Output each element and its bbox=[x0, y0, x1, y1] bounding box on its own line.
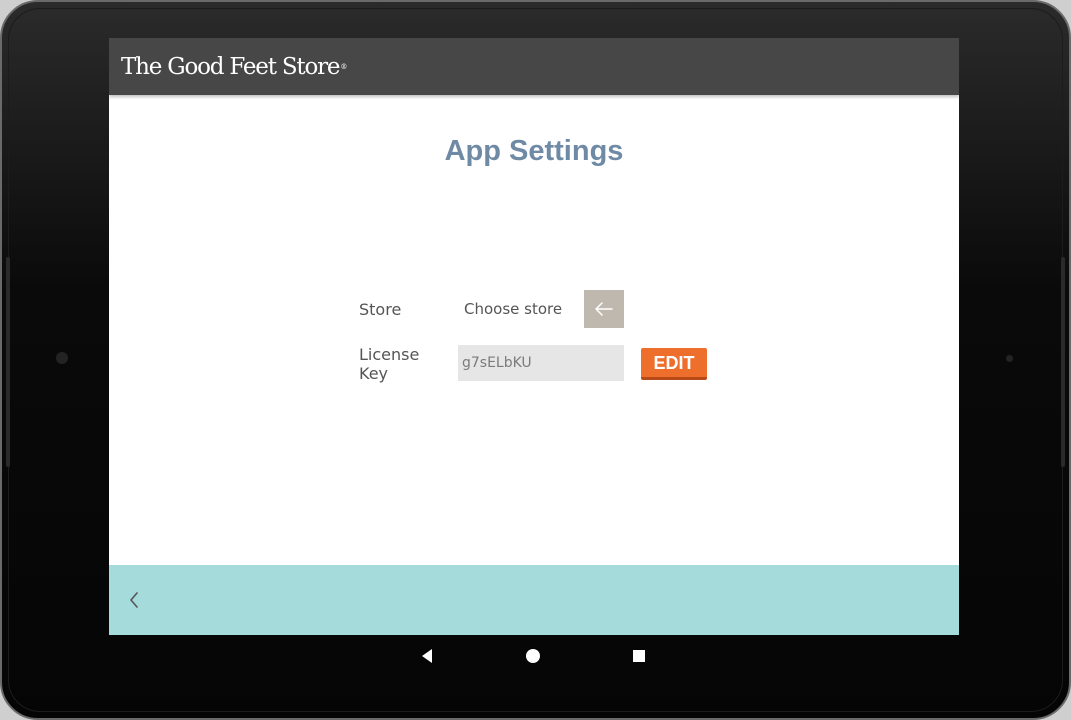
license-label-line1: License bbox=[359, 345, 420, 364]
front-camera-icon bbox=[56, 352, 68, 364]
page-title: App Settings bbox=[444, 135, 624, 167]
arrow-left-icon bbox=[595, 302, 613, 316]
volume-button-left bbox=[6, 257, 10, 467]
bottom-toolbar bbox=[109, 565, 959, 635]
registered-mark: ® bbox=[340, 63, 347, 71]
brand-logo: The Good Feet Store® bbox=[121, 52, 347, 82]
store-select-button[interactable] bbox=[584, 290, 624, 328]
license-key-input[interactable] bbox=[458, 345, 624, 381]
system-recents-button[interactable] bbox=[619, 635, 659, 677]
system-navigation-bar bbox=[109, 635, 959, 677]
system-home-button[interactable] bbox=[513, 635, 553, 677]
back-button[interactable] bbox=[123, 586, 147, 614]
store-dropdown[interactable]: Choose store bbox=[458, 290, 624, 328]
system-back-button[interactable] bbox=[407, 635, 447, 677]
circle-home-icon bbox=[526, 649, 540, 663]
triangle-back-icon bbox=[422, 649, 432, 663]
square-recents-icon bbox=[633, 650, 645, 662]
sensor-icon bbox=[1006, 355, 1013, 362]
app-header: The Good Feet Store® bbox=[109, 38, 959, 95]
license-label-line2: Key bbox=[359, 364, 389, 383]
edit-button[interactable]: EDIT bbox=[641, 348, 707, 380]
license-key-label: License Key bbox=[359, 345, 419, 383]
brand-name: The Good Feet Store bbox=[121, 54, 341, 80]
power-button-right bbox=[1061, 257, 1065, 467]
app-screen: The Good Feet Store® App Settings Store … bbox=[109, 38, 959, 635]
store-selected-value: Choose store bbox=[464, 300, 563, 318]
chevron-left-icon bbox=[130, 592, 138, 608]
store-label: Store bbox=[359, 300, 402, 319]
